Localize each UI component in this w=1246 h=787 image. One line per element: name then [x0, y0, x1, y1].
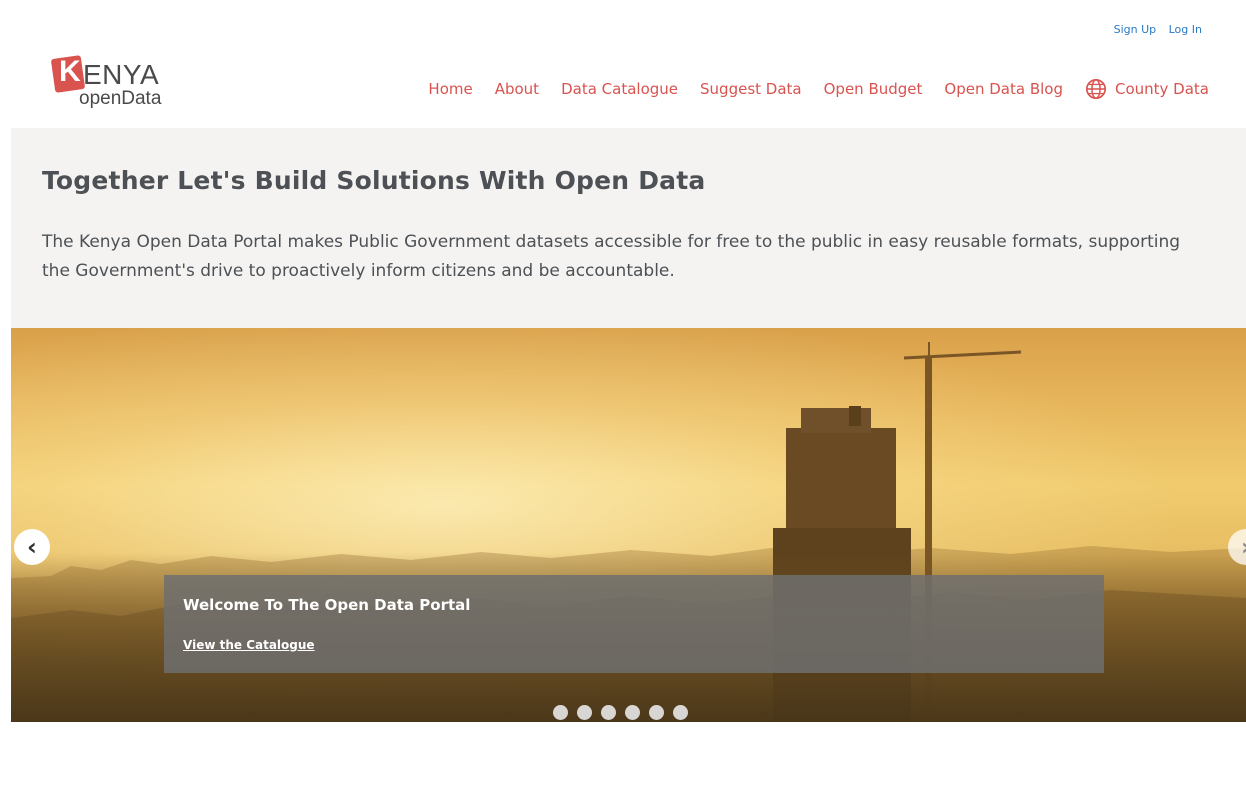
nav-county-data-label: County Data	[1114, 80, 1209, 98]
carousel-dot[interactable]	[673, 705, 688, 720]
nav-data-catalogue[interactable]: Data Catalogue	[561, 80, 678, 98]
page-frame: Sign Up Log In K ENYA openData Home Abou…	[11, 10, 1246, 787]
nav-suggest-data[interactable]: Suggest Data	[700, 80, 802, 98]
nav-about[interactable]: About	[495, 80, 539, 98]
view-catalogue-link[interactable]: View the Catalogue	[183, 638, 315, 652]
globe-icon	[1085, 79, 1106, 99]
carousel-dot[interactable]	[577, 705, 592, 720]
carousel-caption: Welcome To The Open Data Portal View the…	[164, 575, 1104, 673]
nav-home[interactable]: Home	[428, 80, 472, 98]
carousel-prev-button[interactable]: ‹	[14, 529, 50, 565]
carousel-indicators	[553, 705, 697, 720]
logo-opendata-text: openData	[79, 88, 162, 109]
intro-section: Together Let's Build Solutions With Open…	[11, 128, 1246, 328]
chevron-right-icon: ›	[1241, 535, 1246, 559]
chevron-left-icon: ‹	[27, 533, 37, 561]
logo-enya-text: ENYA	[83, 59, 160, 90]
account-links: Sign Up Log In	[1105, 23, 1202, 36]
caption-title: Welcome To The Open Data Portal	[183, 596, 471, 614]
site-header: Sign Up Log In K ENYA openData Home Abou…	[11, 10, 1246, 129]
main-nav: Home About Data Catalogue Suggest Data O…	[406, 78, 1209, 100]
intro-description: The Kenya Open Data Portal makes Public …	[42, 232, 1181, 281]
nav-county-data[interactable]: County Data	[1085, 78, 1209, 100]
page-title: Together Let's Build Solutions With Open…	[42, 166, 706, 195]
sign-up-link[interactable]: Sign Up	[1114, 23, 1157, 36]
nav-open-data-blog[interactable]: Open Data Blog	[944, 80, 1063, 98]
carousel-dot[interactable]	[553, 705, 568, 720]
hero-carousel: ‹ › Welcome To The Open Data Portal View…	[11, 328, 1246, 722]
carousel-dot[interactable]	[649, 705, 664, 720]
nav-open-budget[interactable]: Open Budget	[824, 80, 923, 98]
logo-k-letter: K	[59, 55, 81, 88]
carousel-dot[interactable]	[601, 705, 616, 720]
carousel-dot[interactable]	[625, 705, 640, 720]
kenya-open-data-logo[interactable]: K ENYA openData	[50, 55, 203, 115]
log-in-link[interactable]: Log In	[1169, 23, 1202, 36]
